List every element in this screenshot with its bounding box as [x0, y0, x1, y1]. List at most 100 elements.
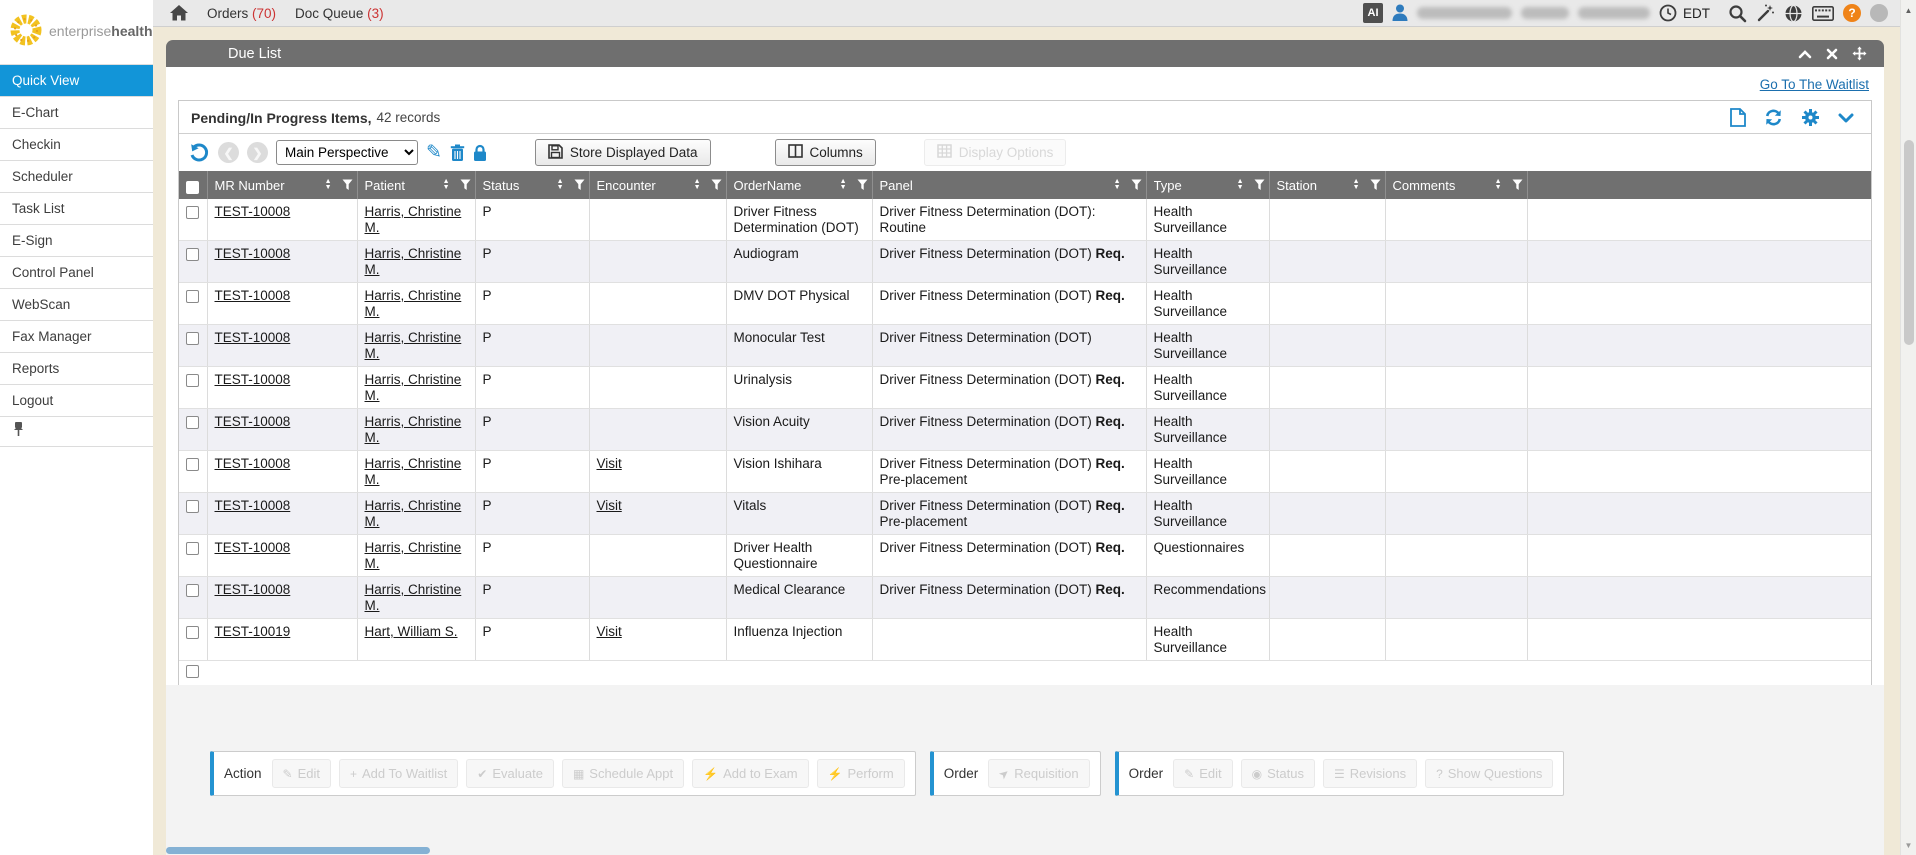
- sidebar-item-e-chart[interactable]: E-Chart: [0, 97, 153, 129]
- edit-perspective-icon[interactable]: ✎: [426, 143, 442, 162]
- filter-icon[interactable]: [342, 179, 353, 191]
- help-icon[interactable]: ?: [1843, 4, 1861, 22]
- store-displayed-data-button[interactable]: Store Displayed Data: [535, 139, 711, 166]
- patient-link[interactable]: Harris, Christine M.: [365, 204, 462, 235]
- filter-icon[interactable]: [1370, 179, 1381, 191]
- select-all-checkbox[interactable]: [186, 181, 199, 194]
- sort-icon[interactable]: ▲▼: [443, 179, 450, 191]
- nav-orders[interactable]: Orders (70): [207, 6, 276, 21]
- row-checkbox[interactable]: [186, 500, 199, 513]
- encounter-link[interactable]: Visit: [597, 456, 622, 471]
- sort-icon[interactable]: ▲▼: [1353, 179, 1360, 191]
- sidebar-item-control-panel[interactable]: Control Panel: [0, 257, 153, 289]
- search-icon[interactable]: [1728, 4, 1747, 23]
- mr-number-link[interactable]: TEST-10008: [215, 204, 291, 219]
- sort-icon[interactable]: ▲▼: [1237, 179, 1244, 191]
- filter-icon[interactable]: [1254, 179, 1265, 191]
- keyboard-icon[interactable]: [1812, 6, 1834, 21]
- row-checkbox[interactable]: [186, 206, 199, 219]
- sidebar-item-webscan[interactable]: WebScan: [0, 289, 153, 321]
- gear-icon[interactable]: [1801, 108, 1820, 127]
- mr-number-link[interactable]: TEST-10008: [215, 246, 291, 261]
- vertical-scrollbar[interactable]: ▲ ▼: [1900, 0, 1916, 855]
- encounter-link[interactable]: Visit: [597, 624, 622, 639]
- home-icon[interactable]: [170, 5, 188, 21]
- sidebar-item-fax-manager[interactable]: Fax Manager: [0, 321, 153, 353]
- patient-link[interactable]: Harris, Christine M.: [365, 498, 462, 529]
- columns-button[interactable]: Columns: [775, 139, 876, 166]
- next-perspective-button[interactable]: ❯: [247, 142, 268, 163]
- undo-icon[interactable]: [189, 143, 210, 163]
- vertical-scrollbar-thumb[interactable]: [1904, 140, 1914, 345]
- chevron-down-icon[interactable]: [1838, 113, 1854, 123]
- row-checkbox[interactable]: [186, 542, 199, 555]
- sidebar-item-e-sign[interactable]: E-Sign: [0, 225, 153, 257]
- sidebar-pin-button[interactable]: [0, 417, 153, 447]
- patient-link[interactable]: Harris, Christine M.: [365, 456, 462, 487]
- row-checkbox[interactable]: [186, 374, 199, 387]
- scroll-down-arrow-icon[interactable]: ▼: [1901, 841, 1916, 850]
- collapse-icon[interactable]: [1798, 49, 1812, 59]
- filter-icon[interactable]: [574, 179, 585, 191]
- mr-number-link[interactable]: TEST-10008: [215, 540, 291, 555]
- row-checkbox[interactable]: [186, 458, 199, 471]
- perspective-select[interactable]: Main Perspective: [276, 140, 418, 165]
- mr-number-link[interactable]: TEST-10008: [215, 414, 291, 429]
- scroll-up-arrow-icon[interactable]: ▲: [1901, 6, 1916, 15]
- patient-link[interactable]: Harris, Christine M.: [365, 540, 462, 571]
- refresh-icon[interactable]: [1764, 109, 1783, 126]
- filter-icon[interactable]: [711, 179, 722, 191]
- row-checkbox[interactable]: [186, 290, 199, 303]
- sort-icon[interactable]: ▲▼: [1114, 179, 1121, 191]
- row-checkbox[interactable]: [186, 332, 199, 345]
- move-icon[interactable]: [1852, 46, 1867, 61]
- ai-assistant-icon[interactable]: AI: [1363, 3, 1383, 23]
- globe-icon[interactable]: [1784, 4, 1803, 23]
- sidebar-item-checkin[interactable]: Checkin: [0, 129, 153, 161]
- sort-icon[interactable]: ▲▼: [325, 179, 332, 191]
- encounter-link[interactable]: Visit: [597, 498, 622, 513]
- sidebar-item-logout[interactable]: Logout: [0, 385, 153, 417]
- row-checkbox[interactable]: [186, 416, 199, 429]
- row-checkbox[interactable]: [186, 665, 199, 678]
- filter-icon[interactable]: [460, 179, 471, 191]
- magic-wand-icon[interactable]: [1756, 4, 1775, 23]
- sort-icon[interactable]: ▲▼: [694, 179, 701, 191]
- prev-perspective-button[interactable]: ❮: [218, 142, 239, 163]
- filter-icon[interactable]: [857, 179, 868, 191]
- patient-link[interactable]: Harris, Christine M.: [365, 372, 462, 403]
- sidebar-item-reports[interactable]: Reports: [0, 353, 153, 385]
- delete-perspective-icon[interactable]: [450, 144, 465, 162]
- mr-number-link[interactable]: TEST-10008: [215, 288, 291, 303]
- clock-icon[interactable]: [1659, 4, 1677, 22]
- go-to-waitlist-link[interactable]: Go To The Waitlist: [1760, 77, 1869, 92]
- lock-icon[interactable]: [473, 144, 487, 162]
- profile-avatar[interactable]: [1870, 4, 1888, 22]
- patient-link[interactable]: Harris, Christine M.: [365, 288, 462, 319]
- new-document-icon[interactable]: [1730, 108, 1746, 127]
- horizontal-scrollbar-thumb[interactable]: [166, 847, 430, 854]
- patient-link[interactable]: Harris, Christine M.: [365, 246, 462, 277]
- patient-link[interactable]: Hart, William S.: [365, 624, 458, 639]
- mr-number-link[interactable]: TEST-10008: [215, 582, 291, 597]
- sidebar-item-scheduler[interactable]: Scheduler: [0, 161, 153, 193]
- mr-number-link[interactable]: TEST-10008: [215, 372, 291, 387]
- patient-link[interactable]: Harris, Christine M.: [365, 330, 462, 361]
- sidebar-item-quick-view[interactable]: Quick View: [0, 65, 153, 97]
- close-icon[interactable]: [1826, 48, 1838, 60]
- nav-doc-queue[interactable]: Doc Queue (3): [295, 6, 384, 21]
- patient-link[interactable]: Harris, Christine M.: [365, 414, 462, 445]
- sort-icon[interactable]: ▲▼: [840, 179, 847, 191]
- user-icon[interactable]: [1392, 4, 1408, 22]
- row-checkbox[interactable]: [186, 626, 199, 639]
- row-checkbox[interactable]: [186, 584, 199, 597]
- sidebar-item-task-list[interactable]: Task List: [0, 193, 153, 225]
- sort-icon[interactable]: ▲▼: [557, 179, 564, 191]
- mr-number-link[interactable]: TEST-10019: [215, 624, 291, 639]
- filter-icon[interactable]: [1131, 179, 1142, 191]
- mr-number-link[interactable]: TEST-10008: [215, 456, 291, 471]
- sort-icon[interactable]: ▲▼: [1495, 179, 1502, 191]
- mr-number-link[interactable]: TEST-10008: [215, 330, 291, 345]
- mr-number-link[interactable]: TEST-10008: [215, 498, 291, 513]
- row-checkbox[interactable]: [186, 248, 199, 261]
